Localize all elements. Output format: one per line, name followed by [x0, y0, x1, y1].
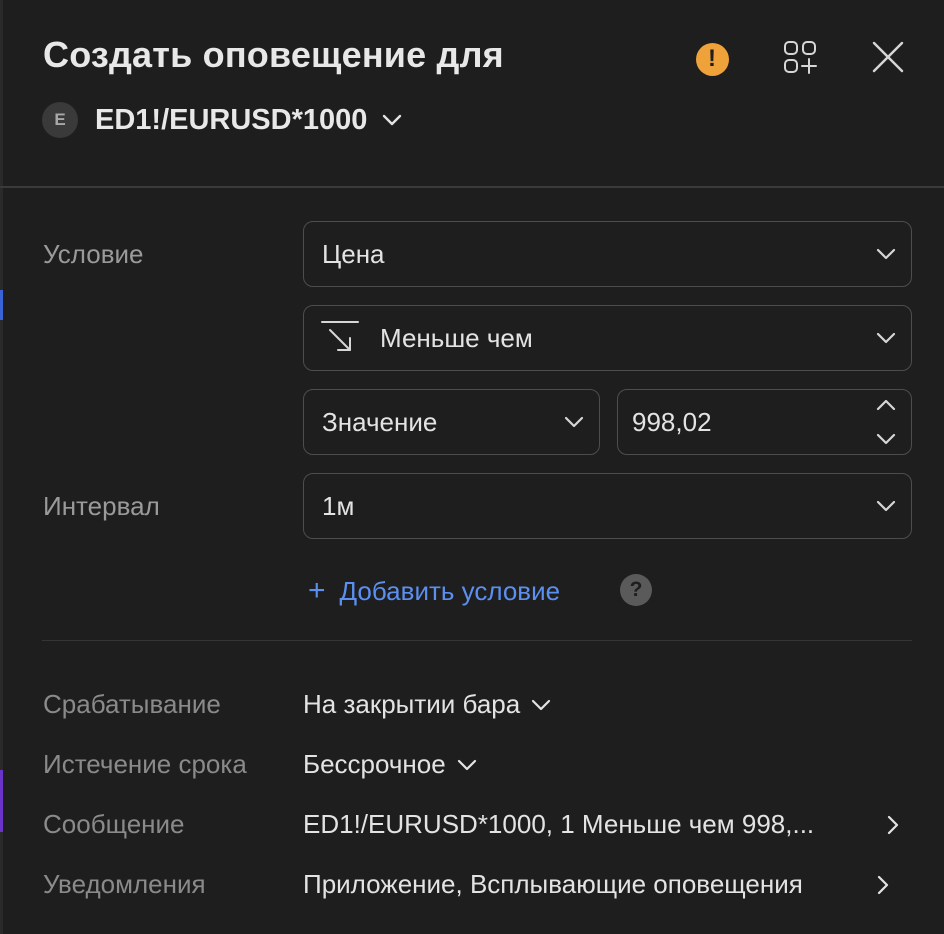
condition-value-input[interactable]: 998,02: [617, 389, 912, 455]
interval-select[interactable]: 1м: [303, 473, 912, 539]
trigger-value: На закрытии бара: [303, 689, 521, 719]
condition-operator-select[interactable]: Меньше чем: [303, 305, 912, 371]
edge-marker-purple: [0, 770, 3, 832]
interval-label: Интервал: [43, 491, 160, 521]
value-type-select[interactable]: Значение: [303, 389, 600, 455]
edge-marker-blue: [0, 290, 3, 320]
chevron-down-icon: [875, 499, 897, 513]
trigger-select[interactable]: На закрытии бара: [303, 689, 552, 720]
add-widget-icon: [782, 39, 818, 80]
chevron-down-icon: [381, 113, 403, 127]
trigger-label: Срабатывание: [43, 689, 221, 719]
value-type-value: Значение: [322, 406, 438, 437]
message-row[interactable]: ED1!/EURUSD*1000, 1 Меньше чем 998,...: [303, 809, 873, 840]
create-alert-dialog: Создать оповещение для E ED1!/EURUSD*100…: [0, 0, 944, 934]
notifications-label: Уведомления: [43, 869, 206, 899]
symbol-selector[interactable]: E ED1!/EURUSD*1000: [42, 100, 403, 140]
condition-source-select[interactable]: Цена: [303, 221, 912, 287]
condition-operator-value: Меньше чем: [380, 322, 533, 353]
stepper-down-button[interactable]: [875, 432, 897, 446]
message-label: Сообщение: [43, 809, 185, 839]
warning-icon: !: [695, 42, 729, 76]
value-stepper: [875, 398, 897, 446]
close-icon: [871, 40, 905, 79]
header-divider: [0, 186, 944, 188]
add-condition-label: Добавить условие: [339, 575, 561, 606]
condition-source-value: Цена: [322, 238, 385, 269]
symbol-name: ED1!/EURUSD*1000: [95, 103, 368, 136]
interval-value: 1м: [322, 490, 355, 521]
warning-button[interactable]: !: [695, 42, 729, 76]
chevron-down-icon: [875, 331, 897, 345]
chevron-down-icon: [530, 698, 552, 712]
section-divider: [42, 640, 912, 641]
chevron-down-icon: [875, 247, 897, 261]
symbol-exchange-badge: E: [42, 102, 78, 138]
condition-label: Условие: [43, 239, 144, 269]
stepper-up-button[interactable]: [875, 398, 897, 412]
chevron-right-icon[interactable]: [886, 814, 900, 836]
help-icon[interactable]: ?: [620, 574, 652, 606]
expiration-label: Истечение срока: [43, 749, 247, 779]
chevron-down-icon: [456, 758, 478, 772]
notifications-value: Приложение, Всплывающие оповещения: [303, 869, 803, 899]
add-widget-button[interactable]: [780, 40, 820, 78]
chevron-down-icon: [563, 415, 585, 429]
dialog-title: Создать оповещение для: [43, 34, 504, 75]
close-button[interactable]: [868, 40, 908, 78]
expiration-value: Бессрочное: [303, 749, 446, 779]
message-value: ED1!/EURUSD*1000, 1 Меньше чем 998,...: [303, 809, 815, 839]
chevron-right-icon[interactable]: [876, 874, 890, 896]
add-condition-button[interactable]: + Добавить условие: [308, 570, 560, 612]
plus-icon: +: [308, 574, 326, 607]
crossing-down-icon: [320, 318, 360, 358]
expiration-select[interactable]: Бессрочное: [303, 749, 478, 780]
notifications-row[interactable]: Приложение, Всплывающие оповещения: [303, 869, 863, 900]
condition-value-text: 998,02: [632, 406, 712, 437]
